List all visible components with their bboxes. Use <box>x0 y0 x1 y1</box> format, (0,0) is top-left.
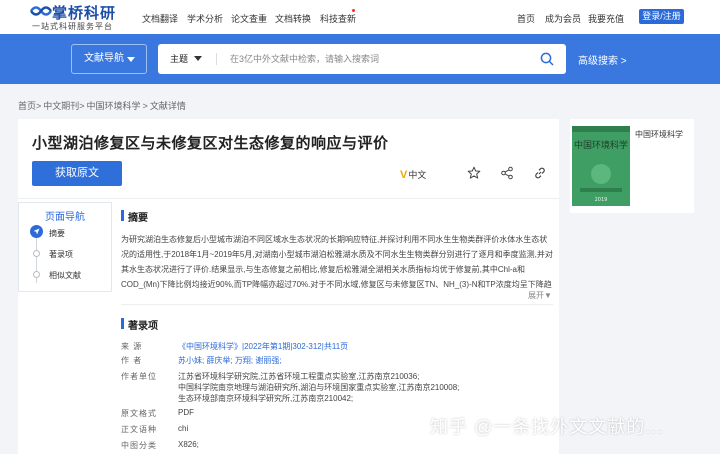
side-nav-title: 页面导航 <box>45 212 85 223</box>
new-dot-icon <box>352 9 355 12</box>
nav-home[interactable]: 首页 <box>517 12 535 25</box>
search-icon[interactable] <box>540 52 554 66</box>
search-input[interactable]: 在3亿中外文献中检索，请输入搜索词 <box>230 44 379 74</box>
nav-translate[interactable]: 文档翻译 <box>142 12 178 25</box>
record-value: X826; <box>178 440 199 449</box>
journal-cover-image[interactable]: 中国环境科学 2019 <box>572 126 630 206</box>
record-key: 来 源 <box>121 342 143 351</box>
record-authors-link[interactable]: 苏小妹; 薛庆举; 万翔; 谢丽强; <box>178 355 282 366</box>
nav-novelty[interactable]: 科技查新 <box>320 12 356 25</box>
breadcrumb: 首页> 中文期刊> 中国环境科学 > 文献详情 <box>18 99 188 112</box>
side-nav-record[interactable]: 著录项 <box>49 249 73 260</box>
cover-year: 2019 <box>595 197 608 203</box>
record-value: 生态环境部南京环境科学研究所,江苏南京210042; <box>178 394 354 403</box>
divider <box>121 304 553 305</box>
doc-nav-select[interactable]: 文献导航 <box>71 44 147 74</box>
nav-dot-icon <box>33 271 40 278</box>
record-value: chi <box>178 424 189 433</box>
journal-name-link[interactable]: 中国环境科学 <box>635 129 683 140</box>
doc-nav-label: 文献导航 <box>84 53 124 64</box>
record-value: 中国科学院南京地理与湖泊研究所,湖泊与环境国家重点实验室,江苏南京210008; <box>178 383 460 392</box>
nav-membership[interactable]: 成为会员 <box>545 12 581 25</box>
breadcrumb-journal[interactable]: 中国环境科学 <box>87 101 141 111</box>
login-button[interactable]: 登录/注册 <box>639 9 684 24</box>
language-badge-v: V <box>400 169 408 181</box>
article-title: 小型湖泊修复区与未修复区对生态修复的响应与评价 <box>32 135 389 152</box>
nav-analysis[interactable]: 学术分析 <box>187 12 223 25</box>
record-value: PDF <box>178 408 194 417</box>
record-heading: 著录项 <box>121 317 158 332</box>
breadcrumb-sep: > <box>142 101 148 111</box>
nav-convert[interactable]: 文档转换 <box>275 12 311 25</box>
record-key: 作 者 <box>121 356 143 365</box>
language-badge-text: 中文 <box>408 170 427 180</box>
nav-dot-icon <box>33 250 40 257</box>
side-nav-abstract[interactable]: 摘要 <box>49 228 65 239</box>
search-field-select[interactable]: 主题 <box>170 44 202 74</box>
side-nav-similar[interactable]: 相似文献 <box>49 270 81 281</box>
brand-slogan: 一站式科研服务平台 <box>32 22 113 31</box>
chevron-down-icon <box>194 56 202 61</box>
logo-icon <box>30 6 52 16</box>
record-key: 原文格式 <box>121 409 157 418</box>
get-fulltext-button[interactable]: 获取原文 <box>32 161 122 186</box>
brand-name: 掌桥科研 <box>52 4 117 22</box>
location-arrow-icon <box>30 225 43 238</box>
top-bar: 掌桥科研 一站式科研服务平台 文档翻译 学术分析 论文查重 文档转换 科技查新 … <box>0 0 720 34</box>
journal-cover-art: 中国环境科学 2019 <box>572 126 630 206</box>
abstract-heading: 摘要 <box>121 209 148 224</box>
abstract-text: 为研究湖泊生态修复后小型城市湖泊不同区域水生态状况的长期响应特征,并探讨利用不同… <box>121 235 553 289</box>
language-badge: V中文 <box>400 168 426 181</box>
journal-card[interactable]: 中国环境科学 2019 中国环境科学 <box>570 119 694 213</box>
cover-title: 中国环境科学 <box>574 139 628 151</box>
search-field-label: 主题 <box>170 54 189 64</box>
nav-plagiarism[interactable]: 论文查重 <box>231 12 267 25</box>
record-value: 江苏省环境科学研究院,江苏省环境工程重点实验室,江苏南京210036; <box>178 372 420 381</box>
share-icon[interactable] <box>500 166 514 180</box>
record-source-link[interactable]: 《中国环境科学》|2022年第1期|302-312|共11页 <box>178 341 348 352</box>
article-card: 小型湖泊修复区与未修复区对生态修复的响应与评价 获取原文 V中文 页面导航 摘要… <box>18 119 559 454</box>
search-box: 主题 在3亿中外文献中检索，请输入搜索词 <box>158 44 566 74</box>
record-key: 正文语种 <box>121 425 157 434</box>
expand-toggle[interactable]: 展开▼ <box>528 290 552 301</box>
brand-logo[interactable]: 掌桥科研 一站式科研服务平台 <box>30 2 130 32</box>
link-icon[interactable] <box>533 166 547 180</box>
record-key: 作者单位 <box>121 372 157 381</box>
breadcrumb-home[interactable]: 首页> <box>18 101 41 111</box>
chevron-down-icon <box>127 57 135 62</box>
record-key: 中图分类 <box>121 441 157 450</box>
advanced-search-link[interactable]: 高级搜索 > <box>578 52 627 67</box>
nav-recharge[interactable]: 我要充值 <box>588 12 624 25</box>
divider <box>18 198 559 199</box>
watermark: 知乎 @一条找外文文献的... <box>430 417 664 437</box>
search-divider <box>216 53 217 65</box>
page-side-nav: 页面导航 摘要 著录项 相似文献 <box>18 202 112 292</box>
breadcrumb-current: 文献详情 <box>149 101 186 111</box>
star-icon[interactable] <box>467 166 481 180</box>
breadcrumb-cn-journal[interactable]: 中文期刊> <box>43 101 84 111</box>
search-band: 文献导航 主题 在3亿中外文献中检索，请输入搜索词 高级搜索 > <box>0 34 720 84</box>
